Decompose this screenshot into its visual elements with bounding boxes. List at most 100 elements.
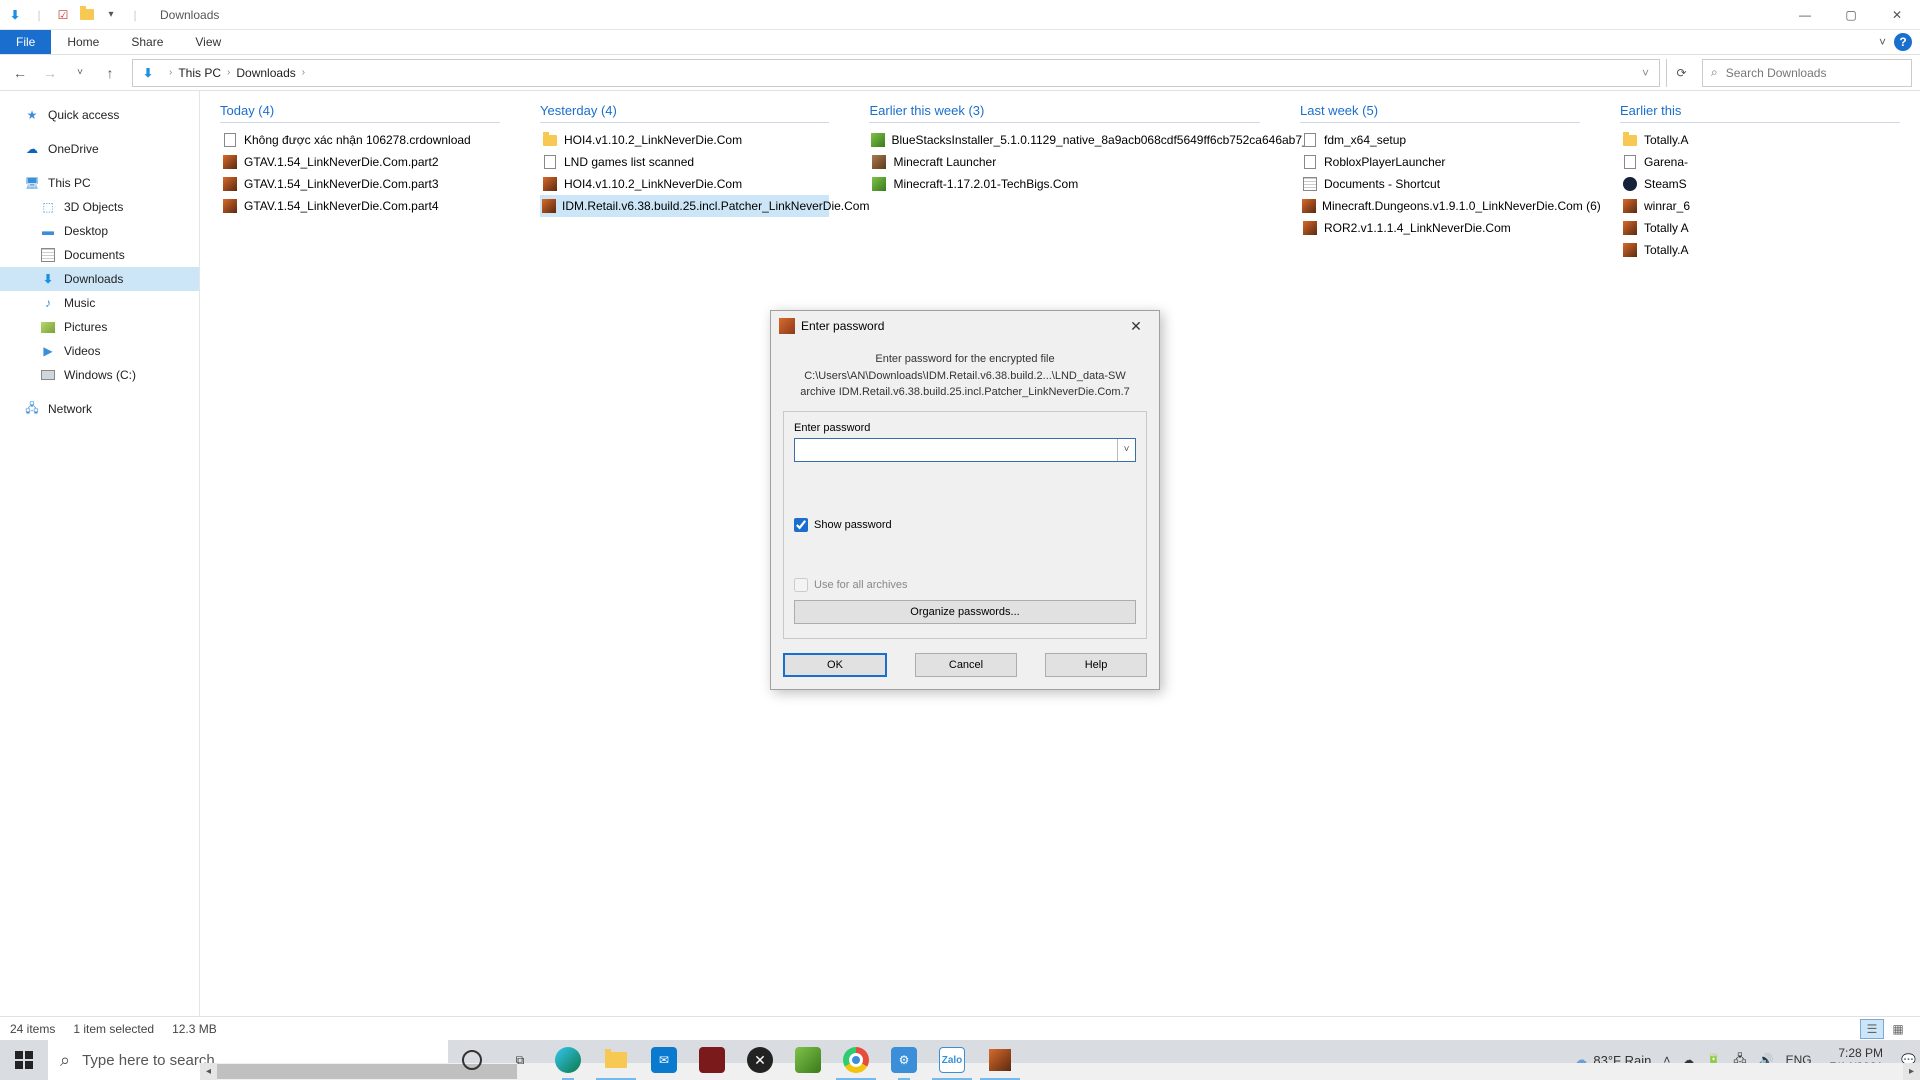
file-item[interactable]: Totally A bbox=[1620, 217, 1900, 239]
show-password-checkbox[interactable] bbox=[794, 518, 808, 532]
help-icon[interactable]: ? bbox=[1894, 33, 1912, 51]
nav-windows-c[interactable]: Windows (C:) bbox=[0, 363, 199, 387]
winrar-button[interactable] bbox=[976, 1040, 1024, 1080]
file-item[interactable]: Minecraft-1.17.2.01-TechBigs.Com bbox=[869, 173, 1260, 195]
nav-documents[interactable]: Documents bbox=[0, 243, 199, 267]
app-button[interactable] bbox=[688, 1040, 736, 1080]
file-item[interactable]: HOI4.v1.10.2_LinkNeverDie.Com bbox=[540, 129, 829, 151]
file-item[interactable]: GTAV.1.54_LinkNeverDie.Com.part3 bbox=[220, 173, 500, 195]
ok-button[interactable]: OK bbox=[783, 653, 887, 677]
settings-button[interactable]: ⚙ bbox=[880, 1040, 928, 1080]
nav-quick-access[interactable]: ★Quick access bbox=[0, 103, 199, 127]
minimize-button[interactable]: — bbox=[1782, 0, 1828, 30]
file-explorer-button[interactable] bbox=[592, 1040, 640, 1080]
group-header[interactable]: Today (4) bbox=[220, 103, 500, 123]
password-label: Enter password bbox=[794, 422, 1136, 434]
icons-view-button[interactable]: ▦ bbox=[1886, 1019, 1910, 1039]
file-item[interactable]: LND games list scanned bbox=[540, 151, 829, 173]
dialog-close-button[interactable]: ✕ bbox=[1121, 318, 1151, 335]
qat-dropdown-icon[interactable]: ▾ bbox=[102, 6, 120, 24]
group-header[interactable]: Earlier this week (3) bbox=[869, 103, 1260, 123]
file-tab[interactable]: File bbox=[0, 30, 51, 54]
nav-pictures[interactable]: Pictures bbox=[0, 315, 199, 339]
breadcrumb-segment[interactable]: Downloads bbox=[236, 66, 295, 80]
nav-desktop[interactable]: ▬Desktop bbox=[0, 219, 199, 243]
home-tab[interactable]: Home bbox=[51, 30, 115, 54]
search-box[interactable]: ⌕ Search Downloads bbox=[1702, 59, 1912, 87]
xbox-icon: ✕ bbox=[747, 1047, 773, 1073]
help-button[interactable]: Help bbox=[1045, 653, 1147, 677]
breadcrumb-chevron-icon[interactable]: › bbox=[163, 67, 178, 78]
address-bar[interactable]: ⬇ › This PC › Downloads › ˅ bbox=[132, 59, 1660, 87]
breadcrumb-segment[interactable]: This PC bbox=[178, 66, 221, 80]
file-item[interactable]: BlueStacksInstaller_5.1.0.1129_native_8a… bbox=[869, 129, 1260, 151]
breadcrumb-chevron-icon[interactable]: › bbox=[221, 67, 236, 78]
group-header[interactable]: Last week (5) bbox=[1300, 103, 1580, 123]
cortana-button[interactable] bbox=[448, 1040, 496, 1080]
nav-up-button[interactable]: ↑ bbox=[98, 61, 122, 85]
xbox-button[interactable]: ✕ bbox=[736, 1040, 784, 1080]
file-item[interactable]: IDM.Retail.v6.38.build.25.incl.Patcher_L… bbox=[540, 195, 829, 217]
cube2-icon bbox=[871, 154, 887, 170]
file-item[interactable]: SteamS bbox=[1620, 173, 1900, 195]
file-item[interactable]: Minecraft.Dungeons.v1.9.1.0_LinkNeverDie… bbox=[1300, 195, 1580, 217]
file-item[interactable]: winrar_6 bbox=[1620, 195, 1900, 217]
group-header[interactable]: Earlier this bbox=[1620, 103, 1900, 123]
file-item[interactable]: RobloxPlayerLauncher bbox=[1300, 151, 1580, 173]
password-input[interactable] bbox=[795, 439, 1117, 461]
group-header[interactable]: Yesterday (4) bbox=[540, 103, 829, 123]
file-item[interactable]: ROR2.v1.1.1.4_LinkNeverDie.Com bbox=[1300, 217, 1580, 239]
nav-network[interactable]: 🖧Network bbox=[0, 397, 199, 421]
ribbon-collapse-icon[interactable]: ˅ bbox=[1879, 35, 1886, 49]
start-button[interactable] bbox=[0, 1040, 48, 1080]
use-all-checkbox[interactable] bbox=[794, 578, 808, 592]
file-item[interactable]: Garena- bbox=[1620, 151, 1900, 173]
dialog-title-bar[interactable]: Enter password ✕ bbox=[771, 311, 1159, 341]
address-bar-dropdown-icon[interactable]: ˅ bbox=[1638, 66, 1653, 80]
organize-passwords-button[interactable]: Organize passwords... bbox=[794, 600, 1136, 624]
nav-onedrive[interactable]: ☁OneDrive bbox=[0, 137, 199, 161]
close-button[interactable]: ✕ bbox=[1874, 0, 1920, 30]
mail-button[interactable]: ✉ bbox=[640, 1040, 688, 1080]
file-item[interactable]: GTAV.1.54_LinkNeverDie.Com.part2 bbox=[220, 151, 500, 173]
use-all-label: Use for all archives bbox=[814, 579, 908, 591]
file-item[interactable]: Không được xác nhận 106278.crdownload bbox=[220, 129, 500, 151]
file-item[interactable]: GTAV.1.54_LinkNeverDie.Com.part4 bbox=[220, 195, 500, 217]
view-tab[interactable]: View bbox=[179, 30, 237, 54]
share-tab[interactable]: Share bbox=[115, 30, 179, 54]
nav-this-pc[interactable]: 🖥This PC bbox=[0, 171, 199, 195]
password-dropdown-button[interactable]: ˅ bbox=[1117, 439, 1135, 461]
task-view-button[interactable]: ⧉ bbox=[496, 1040, 544, 1080]
nav-recent-dropdown[interactable]: ˅ bbox=[68, 61, 92, 85]
nav-3d-objects[interactable]: ⬚3D Objects bbox=[0, 195, 199, 219]
file-item[interactable]: Totally.A bbox=[1620, 129, 1900, 151]
nav-label: Music bbox=[64, 296, 95, 310]
nav-back-button[interactable]: ← bbox=[8, 61, 32, 85]
file-item[interactable]: HOI4.v1.10.2_LinkNeverDie.Com bbox=[540, 173, 829, 195]
refresh-button[interactable]: ⟳ bbox=[1666, 59, 1696, 87]
zalo-button[interactable]: Zalo bbox=[928, 1040, 976, 1080]
scroll-left-button[interactable]: ◂ bbox=[200, 1063, 217, 1080]
file-item[interactable]: Documents - Shortcut bbox=[1300, 173, 1580, 195]
nav-music[interactable]: ♪Music bbox=[0, 291, 199, 315]
details-view-button[interactable]: ☰ bbox=[1860, 1019, 1884, 1039]
zalo-icon: Zalo bbox=[939, 1047, 965, 1073]
breadcrumb-chevron-icon[interactable]: › bbox=[296, 67, 311, 78]
maximize-button[interactable]: ▢ bbox=[1828, 0, 1874, 30]
nav-downloads[interactable]: ⬇Downloads bbox=[0, 267, 199, 291]
file-item[interactable]: Totally.A bbox=[1620, 239, 1900, 261]
nav-videos[interactable]: ▶Videos bbox=[0, 339, 199, 363]
file-item[interactable]: Minecraft Launcher bbox=[869, 151, 1260, 173]
bluestacks-button[interactable] bbox=[784, 1040, 832, 1080]
rar-icon bbox=[1622, 242, 1638, 258]
cancel-button[interactable]: Cancel bbox=[915, 653, 1017, 677]
file-item[interactable]: fdm_x64_setup bbox=[1300, 129, 1580, 151]
file-name: Totally A bbox=[1644, 221, 1689, 235]
chrome-button[interactable] bbox=[832, 1040, 880, 1080]
qat-folder-icon[interactable] bbox=[78, 6, 96, 24]
nav-forward-button[interactable]: → bbox=[38, 61, 62, 85]
file-name: Garena- bbox=[1644, 155, 1688, 169]
qat-properties-icon[interactable]: ☑ bbox=[54, 6, 72, 24]
edge-button[interactable] bbox=[544, 1040, 592, 1080]
scroll-right-button[interactable]: ▸ bbox=[1903, 1063, 1920, 1080]
